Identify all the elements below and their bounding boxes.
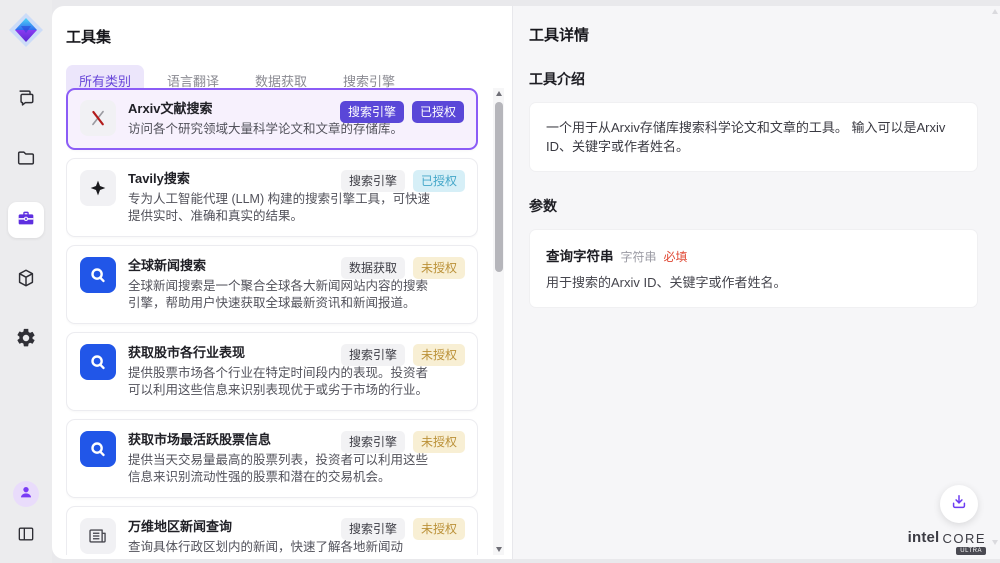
scroll-up-icon[interactable]	[493, 88, 504, 99]
gear-icon	[15, 327, 37, 354]
tool-auth-badge: 已授权	[413, 170, 465, 192]
tool-detail-panel: 工具详情 工具介绍 一个用于从Arxiv存储库搜索科学论文和文章的工具。 输入可…	[512, 6, 1000, 559]
download-button[interactable]	[940, 485, 978, 523]
intel-wordmark: intel	[908, 529, 940, 546]
param-type: 字符串	[621, 248, 657, 265]
tool-name: 全球新闻搜索	[128, 257, 308, 275]
tool-auth-badge: 已授权	[412, 101, 464, 123]
collapse-panel-button[interactable]	[13, 523, 39, 549]
search-blue-icon	[80, 257, 116, 293]
sidebar-item-settings[interactable]	[8, 322, 44, 358]
tool-category-badge: 搜索引擎	[340, 101, 404, 123]
tool-name: Arxiv文献搜索	[128, 100, 308, 118]
sidebar-nav	[8, 82, 44, 358]
intro-text: 一个用于从Arxiv存储库搜索科学论文和文章的工具。 输入可以是Arxiv ID…	[546, 118, 961, 156]
chat-icon	[15, 87, 37, 114]
intro-heading: 工具介绍	[529, 69, 978, 89]
param-required-flag: 必填	[664, 248, 688, 265]
tool-description: 提供股票市场各个行业在特定时间段内的表现。投资者可以利用这些信息来识别表现优于或…	[128, 365, 434, 399]
intel-core-logo: intel core ultra	[908, 529, 986, 555]
main-container: 工具集 所有类别 语言翻译 数据获取 搜索引擎 Arxiv文献搜索 访问各	[52, 6, 1000, 559]
toolset-panel: 工具集 所有类别 语言翻译 数据获取 搜索引擎 Arxiv文献搜索 访问各	[52, 6, 512, 559]
newspaper-icon	[80, 518, 116, 554]
tool-card-arxiv[interactable]: Arxiv文献搜索 访问各个研究领域大量科学论文和文章的存储库。 搜索引擎 已授…	[66, 88, 478, 150]
tool-name: 获取市场最活跃股票信息	[128, 431, 368, 449]
toolset-title: 工具集	[66, 26, 512, 47]
sidebar-item-files[interactable]	[8, 142, 44, 178]
tool-card-tavily[interactable]: Tavily搜索 专为人工智能代理 (LLM) 构建的搜索引擎工具，可快速提供实…	[66, 158, 478, 237]
tool-list: Arxiv文献搜索 访问各个研究领域大量科学论文和文章的存储库。 搜索引擎 已授…	[66, 88, 478, 555]
sidebar-bottom	[13, 481, 39, 549]
tool-name: 万维地区新闻查询	[128, 518, 348, 536]
tool-category-badge: 数据获取	[341, 257, 405, 279]
tool-card-active-stocks[interactable]: 获取市场最活跃股票信息 提供当天交易量最高的股票列表，投资者可以利用这些信息来识…	[66, 419, 478, 498]
tool-card-global-news[interactable]: 全球新闻搜索 全球新闻搜索是一个聚合全球各大新闻网站内容的搜索引擎，帮助用户快速…	[66, 245, 478, 324]
param-card: 查询字符串 字符串 必填 用于搜索的Arxiv ID、关键字或作者姓名。	[529, 229, 978, 308]
search-blue-icon	[80, 431, 116, 467]
sidebar-rail	[0, 0, 52, 563]
sparkle-icon	[80, 170, 116, 206]
tool-category-badge: 搜索引擎	[341, 344, 405, 366]
folder-icon	[15, 147, 37, 174]
ultra-badge: ultra	[956, 547, 986, 555]
detail-scroll-up-icon[interactable]	[992, 9, 998, 14]
tool-auth-badge: 未授权	[413, 344, 465, 366]
toolbox-icon	[15, 207, 37, 234]
user-avatar[interactable]	[13, 481, 39, 507]
sidebar-item-tools[interactable]	[8, 202, 44, 238]
tool-name: Tavily搜索	[128, 170, 308, 188]
tool-description: 查询具体行政区划内的新闻，快速了解各地新闻动	[128, 539, 434, 555]
download-icon	[949, 492, 969, 517]
sidebar-item-chat[interactable]	[8, 82, 44, 118]
tool-description: 提供当天交易量最高的股票列表，投资者可以利用这些信息来识别流动性强的股票和潜在的…	[128, 452, 434, 486]
user-icon	[18, 484, 34, 505]
tool-category-badge: 搜索引擎	[341, 518, 405, 540]
detail-scroll-down-icon[interactable]	[992, 540, 998, 545]
tool-auth-badge: 未授权	[413, 257, 465, 279]
tool-category-badge: 搜索引擎	[341, 431, 405, 453]
tool-card-sector-performance[interactable]: 获取股市各行业表现 提供股票市场各个行业在特定时间段内的表现。投资者可以利用这些…	[66, 332, 478, 411]
search-blue-icon	[80, 344, 116, 380]
tool-description: 访问各个研究领域大量科学论文和文章的存储库。	[128, 121, 434, 138]
core-wordmark: core	[942, 531, 986, 546]
tool-category-badge: 搜索引擎	[341, 170, 405, 192]
app-logo-icon	[8, 12, 44, 48]
arxiv-logo-icon	[80, 100, 116, 136]
list-scrollbar[interactable]	[493, 88, 504, 555]
tool-auth-badge: 未授权	[413, 518, 465, 540]
scroll-down-icon[interactable]	[493, 544, 504, 555]
param-description: 用于搜索的Arxiv ID、关键字或作者姓名。	[546, 274, 961, 292]
intro-card: 一个用于从Arxiv存储库搜索科学论文和文章的工具。 输入可以是Arxiv ID…	[529, 102, 978, 172]
scrollbar-thumb[interactable]	[495, 102, 503, 272]
detail-title: 工具详情	[529, 24, 978, 45]
param-name: 查询字符串	[546, 245, 614, 265]
tool-auth-badge: 未授权	[413, 431, 465, 453]
tool-description: 全球新闻搜索是一个聚合全球各大新闻网站内容的搜索引擎，帮助用户快速获取全球最新资…	[128, 278, 434, 312]
panel-layout-icon	[16, 524, 36, 549]
tool-name: 获取股市各行业表现	[128, 344, 308, 362]
cube-icon	[15, 267, 37, 294]
tool-description: 专为人工智能代理 (LLM) 构建的搜索引擎工具，可快速提供实时、准确和真实的结…	[128, 191, 434, 225]
sidebar-item-plugins[interactable]	[8, 262, 44, 298]
params-heading: 参数	[529, 196, 978, 216]
tool-card-regional-news[interactable]: 万维地区新闻查询 查询具体行政区划内的新闻，快速了解各地新闻动 搜索引擎 未授权	[66, 506, 478, 555]
